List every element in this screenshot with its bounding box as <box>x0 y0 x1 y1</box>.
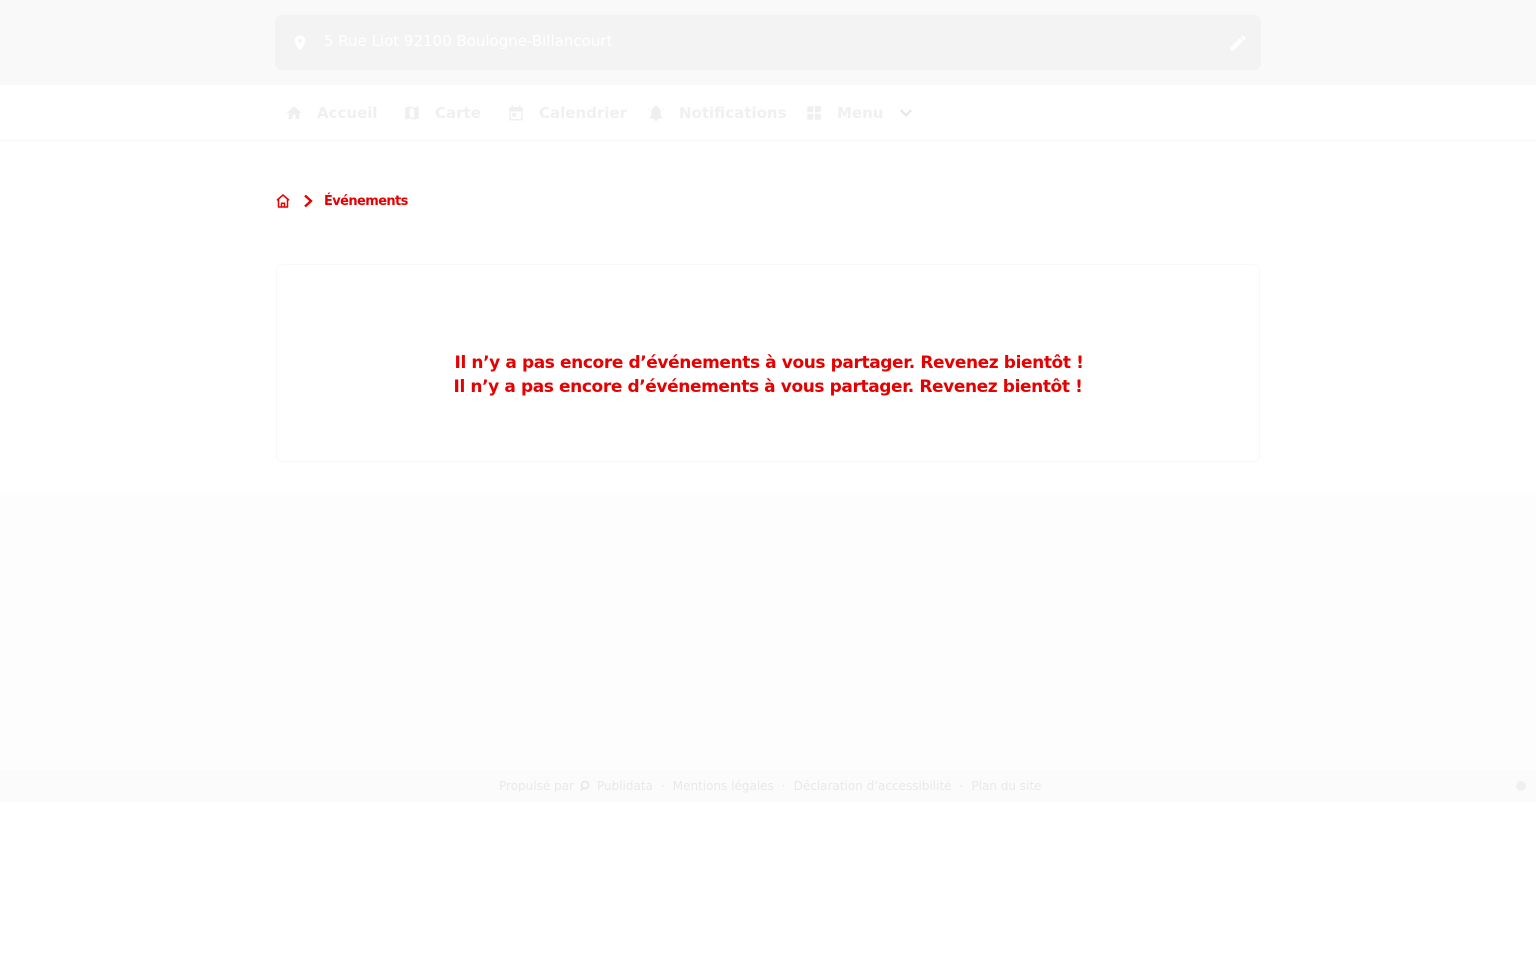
page-background <box>0 495 1536 770</box>
pencil-icon[interactable] <box>1228 33 1248 53</box>
nav-label: Notifications <box>679 104 787 122</box>
nav-item-calendrier[interactable]: Calendrier <box>507 85 627 141</box>
breadcrumb-current: Événements <box>324 193 408 209</box>
nav-item-notifications[interactable]: Notifications <box>647 85 787 141</box>
address-box[interactable]: 5 Rue Liot 92100 Boulogne-Billancourt <box>275 15 1261 70</box>
address-text: 5 Rue Liot 92100 Boulogne-Billancourt <box>324 32 613 50</box>
nav-label: Carte <box>435 104 481 122</box>
footer-links: Propulsé par Publidata · Mentions légale… <box>499 778 1041 794</box>
main-nav: Accueil Carte Calendrier Notifications M… <box>0 85 1536 141</box>
sitemap-link[interactable]: Plan du site <box>971 779 1041 793</box>
accessibility-link[interactable]: Déclaration d’accessibilité <box>794 779 952 793</box>
publidata-link[interactable]: Publidata <box>597 779 653 793</box>
nav-item-carte[interactable]: Carte <box>403 85 481 141</box>
home-icon[interactable] <box>274 192 292 210</box>
legal-notice-link[interactable]: Mentions légales <box>673 779 774 793</box>
map-pin-icon <box>294 35 306 51</box>
map-icon <box>405 106 419 120</box>
empty-state-message: Il n’y a pas encore d’événements à vous … <box>454 353 1084 373</box>
chevron-down-icon <box>900 109 913 117</box>
footer-separator: · <box>781 779 786 793</box>
powered-by-label: Propulsé par <box>499 779 574 793</box>
footer-separator: · <box>660 779 665 793</box>
status-dot-icon <box>1516 781 1526 791</box>
top-bar: 5 Rue Liot 92100 Boulogne-Billancourt <box>0 0 1536 85</box>
breadcrumb: Événements <box>274 191 408 211</box>
nav-label: Calendrier <box>539 104 627 122</box>
events-empty-card: Il n’y a pas encore d’événements à vous … <box>276 264 1260 462</box>
nav-item-accueil[interactable]: Accueil <box>285 85 378 141</box>
footer: Propulsé par Publidata · Mentions légale… <box>0 770 1536 802</box>
grid-icon <box>807 106 821 120</box>
empty-state-message-duplicate: Il n’y a pas encore d’événements à vous … <box>453 377 1083 397</box>
nav-label: Menu <box>837 104 884 122</box>
nav-label: Accueil <box>317 104 378 122</box>
home-icon <box>286 106 302 119</box>
chevron-right-icon <box>304 194 313 208</box>
alarm-icon <box>648 105 664 121</box>
footer-separator: · <box>959 779 964 793</box>
calendar-icon <box>509 105 523 121</box>
publidata-logo-icon <box>580 780 590 792</box>
nav-item-menu[interactable]: Menu <box>805 85 929 141</box>
